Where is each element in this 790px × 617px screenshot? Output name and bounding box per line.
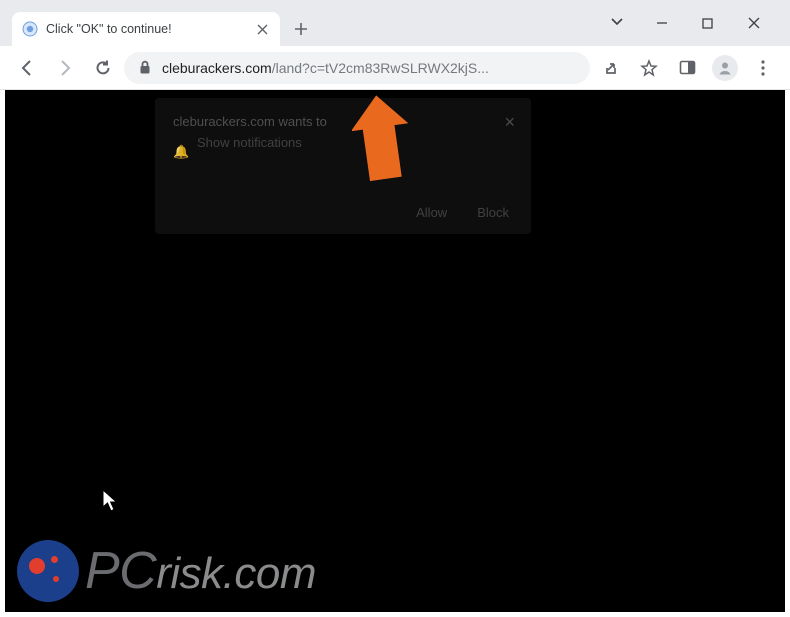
- share-icon[interactable]: [594, 51, 628, 85]
- tab-search-chevron-icon[interactable]: [610, 16, 628, 26]
- page-viewport: cleburackers.com wants to 🔔 Show notific…: [5, 90, 785, 612]
- notification-prompt-dialog: cleburackers.com wants to 🔔 Show notific…: [155, 98, 531, 234]
- allow-button[interactable]: Allow: [416, 205, 447, 220]
- browser-tab[interactable]: Click "OK" to continue!: [12, 12, 280, 46]
- window-titlebar: Click "OK" to continue!: [0, 0, 790, 46]
- tab-title: Click "OK" to continue!: [46, 22, 246, 36]
- reload-button[interactable]: [86, 51, 120, 85]
- window-minimize-button[interactable]: [656, 17, 674, 29]
- url-host: cleburackers.com: [162, 60, 272, 76]
- address-bar[interactable]: cleburackers.com/land?c=tV2cm83RwSLRWX2k…: [124, 52, 590, 84]
- window-close-button[interactable]: [748, 17, 766, 29]
- block-button[interactable]: Block: [477, 205, 509, 220]
- watermark-text: PCrisk.com: [85, 541, 316, 601]
- lock-icon: [138, 60, 152, 75]
- kebab-menu-icon[interactable]: [746, 51, 780, 85]
- bookmark-star-icon[interactable]: [632, 51, 666, 85]
- bell-icon: 🔔: [173, 144, 189, 160]
- mouse-cursor-icon: [102, 489, 120, 513]
- url-path: /land?c=tV2cm83RwSLRWX2kjS...: [272, 60, 489, 76]
- tab-close-icon[interactable]: [254, 21, 270, 37]
- back-button[interactable]: [10, 51, 44, 85]
- dialog-close-icon[interactable]: ×: [504, 112, 515, 133]
- watermark-logo-icon: [17, 540, 79, 602]
- window-controls: [610, 0, 790, 46]
- dialog-permission-text: Show notifications: [155, 135, 531, 150]
- window-maximize-button[interactable]: [702, 18, 720, 29]
- forward-button[interactable]: [48, 51, 82, 85]
- dialog-origin-text: cleburackers.com wants to: [155, 98, 531, 135]
- url-text: cleburackers.com/land?c=tV2cm83RwSLRWX2k…: [162, 60, 489, 76]
- watermark: PCrisk.com: [17, 540, 316, 602]
- side-panel-icon[interactable]: [670, 51, 704, 85]
- tab-favicon: [22, 21, 38, 37]
- new-tab-button[interactable]: [286, 14, 316, 44]
- profile-avatar[interactable]: [708, 51, 742, 85]
- browser-toolbar: cleburackers.com/land?c=tV2cm83RwSLRWX2k…: [0, 46, 790, 90]
